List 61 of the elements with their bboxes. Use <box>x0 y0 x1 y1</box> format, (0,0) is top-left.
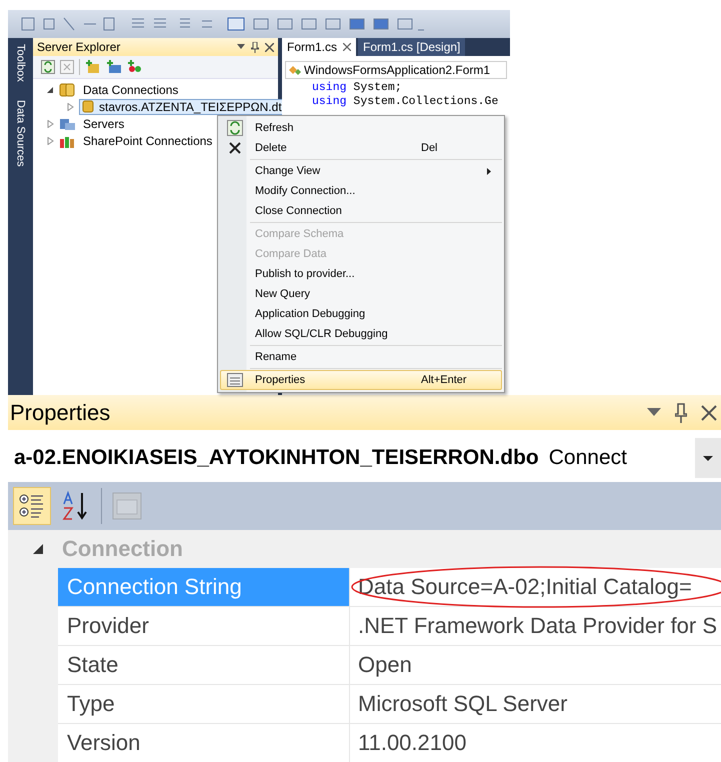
document-tab[interactable]: Form1.cs [Design] <box>358 38 466 56</box>
toolbox-tab[interactable]: Data Sources <box>14 98 26 169</box>
add-server-icon[interactable] <box>106 60 122 74</box>
categorized-view-button[interactable] <box>13 487 51 525</box>
collapsed-arrow-icon[interactable] <box>47 120 54 128</box>
menu-item[interactable]: New Query <box>220 284 502 304</box>
property-name[interactable]: Version <box>58 724 350 762</box>
menu-item[interactable]: Allow SQL/CLR Debugging <box>220 324 502 344</box>
pin-icon[interactable] <box>251 42 259 52</box>
panel-title: Properties <box>10 400 110 426</box>
add-connection-icon[interactable] <box>85 60 101 74</box>
panel-title: Server Explorer <box>37 40 120 54</box>
property-value[interactable]: Open <box>350 646 721 684</box>
toolbox-tab[interactable]: Toolbox <box>14 42 26 84</box>
pin-icon[interactable] <box>675 402 687 422</box>
menu-item[interactable]: Publish to provider... <box>220 264 502 284</box>
collapsed-arrow-icon[interactable] <box>67 102 74 110</box>
collapsed-arrow-icon[interactable] <box>47 136 54 144</box>
menu-item[interactable]: Refresh <box>220 118 502 138</box>
expanded-arrow-icon[interactable] <box>47 86 54 94</box>
close-icon[interactable] <box>701 404 717 420</box>
menu-item[interactable]: Delete Del <box>220 138 502 158</box>
object-selector[interactable]: a-02.ENOIKIASEIS_AYTOKINHTON_TEISERRON.dbo Connect <box>8 438 721 478</box>
property-value[interactable]: Data Source=A-02;Initial Catalog= <box>350 568 721 606</box>
tree-item[interactable]: Servers <box>80 116 128 132</box>
tree-item[interactable]: SharePoint Connections <box>80 132 216 148</box>
property-name[interactable]: Provider <box>58 607 350 645</box>
dropdown-icon[interactable] <box>695 438 721 478</box>
code-line: using System; <box>312 81 403 95</box>
document-tab[interactable]: Form1.cs <box>282 38 356 56</box>
expanded-arrow-icon[interactable] <box>32 543 44 555</box>
tree-item[interactable]: stavros.ATZENTA_ΤΕΙΣΕΡΡΩΝ.dt <box>79 98 285 114</box>
properties-icon <box>227 373 243 387</box>
property-value[interactable]: .NET Framework Data Provider for S <box>350 607 721 645</box>
close-icon[interactable] <box>343 43 352 51</box>
code-line: using System.Collections.Ge <box>312 95 500 109</box>
database-icon <box>59 82 75 96</box>
delete-icon <box>229 142 241 154</box>
refresh-icon[interactable] <box>41 60 55 74</box>
add-sharepoint-icon[interactable] <box>127 60 143 74</box>
property-value[interactable]: 11.00.2100 <box>350 724 721 762</box>
menu-item[interactable]: Close Connection <box>220 201 502 221</box>
server-icon <box>59 116 75 130</box>
menu-item[interactable]: Rename <box>220 347 502 367</box>
database-icon <box>82 100 96 113</box>
category-label: Connection <box>62 536 183 562</box>
property-pages-icon <box>111 490 143 522</box>
menu-item[interactable]: Modify Connection... <box>220 181 502 201</box>
property-name[interactable]: State <box>58 646 350 684</box>
tree-item[interactable]: Data Connections <box>80 82 182 98</box>
property-name[interactable]: Type <box>58 685 350 723</box>
class-icon <box>288 64 302 76</box>
menu-item[interactable]: Properties Alt+Enter <box>220 370 502 390</box>
menu-item[interactable]: Change View <box>220 161 502 181</box>
close-icon[interactable] <box>265 42 274 52</box>
dropdown-icon[interactable] <box>237 44 245 50</box>
refresh-icon <box>227 120 243 136</box>
property-value[interactable]: Microsoft SQL Server <box>350 685 721 723</box>
submenu-arrow-icon <box>487 168 491 174</box>
menu-item[interactable]: Application Debugging <box>220 304 502 324</box>
class-dropdown[interactable]: WindowsFormsApplication2.Form1 <box>285 61 507 79</box>
